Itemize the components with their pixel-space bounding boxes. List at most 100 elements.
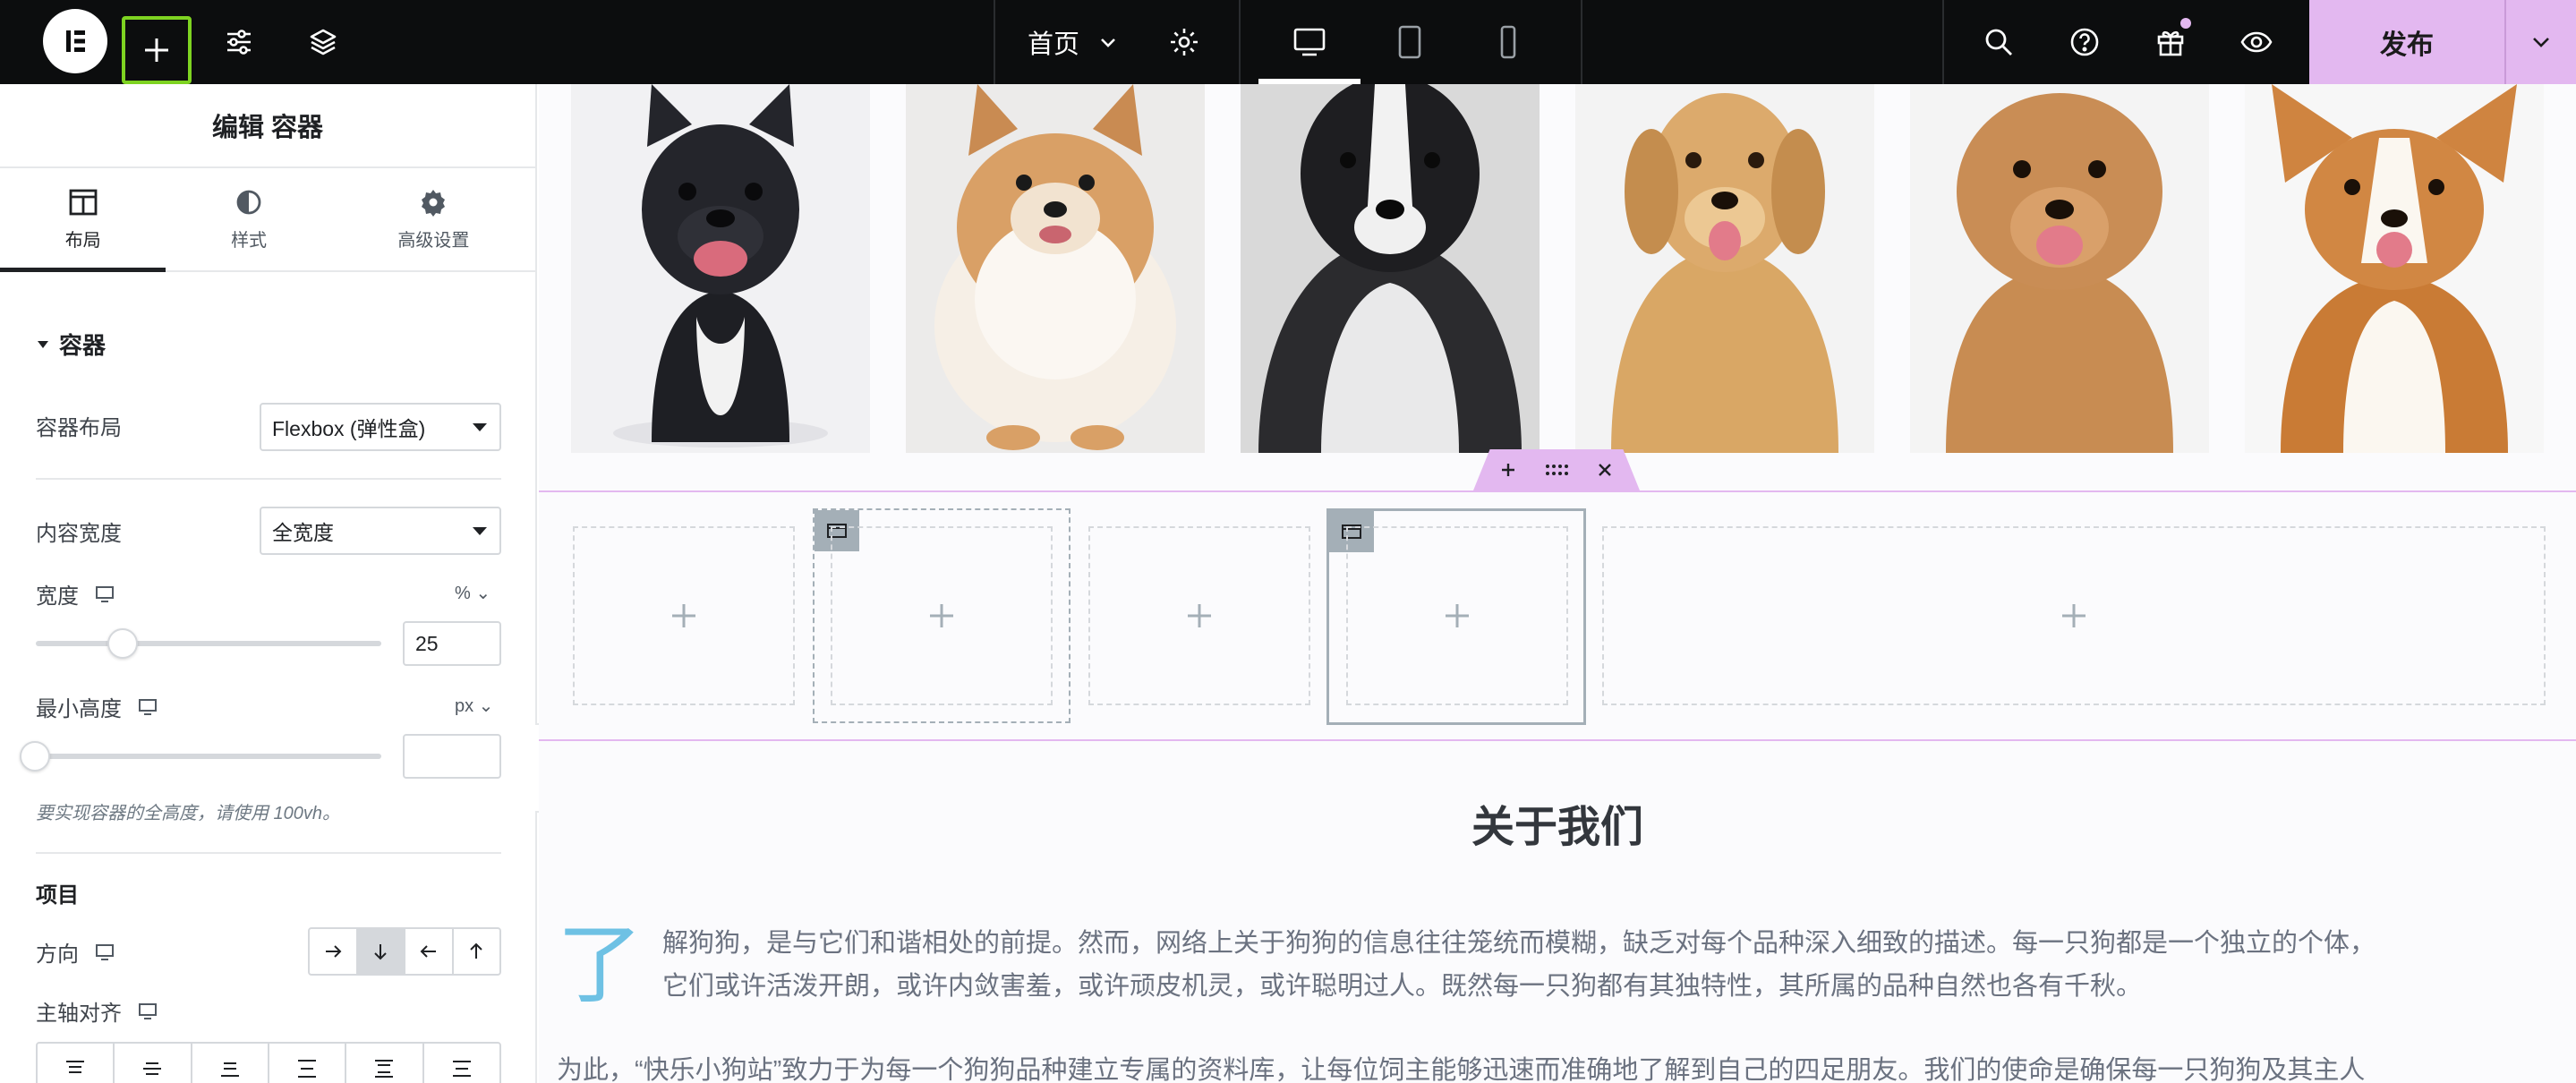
desktop-view-button[interactable] (1258, 0, 1361, 84)
dropcap-letter: 了 (557, 915, 643, 1015)
help-button[interactable] (2055, 0, 2114, 84)
direction-column-button[interactable] (357, 929, 405, 974)
divider (36, 852, 501, 854)
content-width-select[interactable]: 全宽度 (260, 507, 501, 555)
publish-label: 发布 (2380, 30, 2434, 60)
search-button[interactable] (1969, 0, 2028, 84)
add-element-button[interactable] (122, 16, 192, 84)
plus-icon (2062, 604, 2086, 627)
empty-container-add[interactable] (1346, 526, 1568, 705)
search-icon (1985, 29, 2012, 55)
min-height-label: 最小高度 (36, 691, 158, 722)
style-contrast-icon (236, 190, 261, 214)
whats-new-button[interactable] (2141, 0, 2200, 84)
responsive-desktop-icon[interactable] (95, 943, 115, 961)
justify-space-evenly-button[interactable] (424, 1044, 499, 1083)
justify-content-control (36, 1042, 501, 1083)
structure-button[interactable] (295, 0, 351, 84)
min-height-input[interactable] (403, 734, 501, 779)
empty-container-add[interactable] (1088, 526, 1310, 705)
site-settings-icon (227, 30, 251, 55)
dog-photo-pomeranian[interactable] (906, 84, 1205, 453)
direction-column-reverse-button[interactable] (454, 929, 500, 974)
elementor-editor: 首页 发布 编辑 容器 布局 样式 高级设置 容器 容器布局 Flexbox (… (0, 0, 2576, 1083)
justify-start-button[interactable] (38, 1044, 115, 1083)
min-height-hint: 要实现容器的全高度，请使用 100vh。 (36, 804, 341, 823)
elementor-logo-icon[interactable] (43, 9, 107, 73)
mobile-icon (1500, 25, 1516, 59)
min-height-unit-selector[interactable]: px ⌄ (455, 695, 493, 717)
publish-options-button[interactable] (2504, 0, 2576, 84)
justify-center-icon (143, 1062, 162, 1075)
section-title: 容器 (59, 332, 107, 359)
tablet-icon (1398, 25, 1421, 59)
gift-icon (2157, 30, 2184, 56)
preview-canvas: 关于我们 了 解狗狗，是与它们和谐相处的前提。然而，网络上关于狗狗的信息往往笼统… (539, 84, 2576, 1083)
plus-icon (672, 604, 695, 627)
empty-container-add[interactable] (1602, 526, 2546, 705)
tab-label: 样式 (231, 230, 268, 251)
justify-end-icon (220, 1062, 239, 1077)
tablet-view-button[interactable] (1361, 0, 1459, 84)
add-container-icon[interactable] (1500, 462, 1516, 478)
justify-end-button[interactable] (192, 1044, 269, 1083)
panel-title: 编辑 容器 (0, 84, 535, 168)
width-slider-thumb[interactable] (107, 628, 138, 659)
plus-icon (1188, 604, 1211, 627)
dog-photo-golden-retriever[interactable] (1575, 84, 1874, 453)
tab-label: 布局 (64, 230, 101, 251)
justify-center-button[interactable] (115, 1044, 192, 1083)
justify-space-around-button[interactable] (346, 1044, 424, 1083)
tab-layout[interactable]: 布局 (0, 168, 166, 272)
dog-photo-border-collie[interactable] (1241, 84, 1540, 453)
empty-container-add[interactable] (831, 526, 1053, 705)
page-settings-button[interactable] (1156, 0, 1212, 84)
page-settings-gear-icon (1171, 29, 1198, 55)
justify-start-icon (66, 1061, 85, 1073)
justify-space-between-button[interactable] (269, 1044, 347, 1083)
select-value: 全宽度 (272, 521, 334, 544)
add-element-icon (145, 38, 168, 62)
empty-container-add[interactable] (573, 526, 795, 705)
direction-control (308, 927, 501, 976)
direction-row-button[interactable] (310, 929, 358, 974)
caret-down-icon (473, 423, 487, 431)
min-height-slider-track[interactable] (36, 754, 381, 759)
width-slider-track[interactable] (36, 641, 381, 646)
main-axis-label: 主轴对齐 (36, 995, 158, 1027)
direction-label: 方向 (36, 936, 115, 968)
divider (36, 478, 501, 480)
width-unit-selector[interactable]: % ⌄ (455, 582, 490, 604)
min-height-slider-thumb[interactable] (20, 741, 50, 772)
responsive-desktop-icon[interactable] (138, 1002, 158, 1020)
page-selector[interactable]: 首页 (1028, 0, 1119, 84)
site-settings-button[interactable] (211, 0, 267, 84)
arrow-right-icon (325, 945, 342, 958)
arrow-up-icon (470, 942, 482, 959)
container-layout-select[interactable]: Flexbox (弹性盒) (260, 403, 501, 451)
dog-photo-corgi[interactable] (2245, 84, 2544, 453)
divider (1581, 0, 1582, 84)
section-container-toggle[interactable]: 容器 (36, 328, 106, 361)
close-icon[interactable] (1597, 462, 1613, 478)
preview-eye-icon (2240, 31, 2273, 53)
responsive-desktop-icon[interactable] (138, 698, 158, 716)
arrow-left-icon (420, 945, 436, 958)
items-heading: 项目 (36, 883, 79, 908)
top-bar: 首页 发布 (0, 0, 2576, 84)
justify-space-between-icon (298, 1060, 317, 1078)
dog-photo-poodle[interactable] (1910, 84, 2209, 453)
tab-advanced[interactable]: 高级设置 (332, 168, 535, 270)
direction-row-reverse-button[interactable] (405, 929, 454, 974)
width-input[interactable]: 25 (403, 621, 501, 666)
notification-dot (2180, 18, 2191, 29)
preview-button[interactable] (2227, 0, 2286, 84)
responsive-desktop-icon[interactable] (95, 585, 115, 603)
publish-button[interactable]: 发布 (2309, 0, 2504, 84)
mobile-view-button[interactable] (1459, 0, 1557, 84)
about-heading: 关于我们 (1471, 804, 1643, 851)
dog-photo-french-bulldog[interactable] (571, 84, 870, 453)
content-width-label: 内容宽度 (36, 522, 122, 546)
tab-style[interactable]: 样式 (166, 168, 331, 270)
drag-handle-icon[interactable] (1545, 464, 1568, 476)
